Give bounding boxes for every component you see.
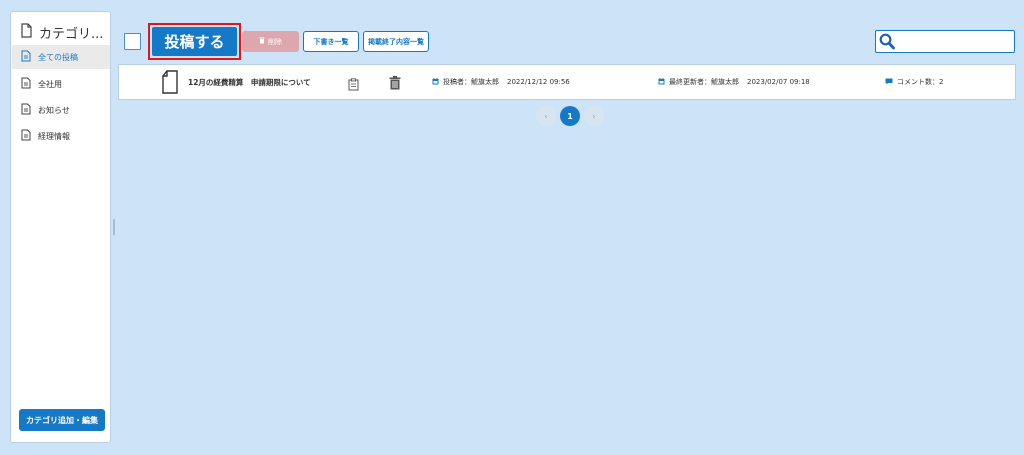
document-icon bbox=[20, 22, 33, 42]
page-1-button[interactable]: 1 bbox=[560, 106, 580, 126]
updated-date: 2023/02/07 09:18 bbox=[747, 78, 810, 86]
sidebar-item-label: 全ての投稿 bbox=[38, 52, 78, 62]
category-sidebar: カテゴリ... 全ての投稿 全社用 お知らせ 経理情報 カテゴリ追加・編集 bbox=[10, 11, 111, 443]
expired-posts-button[interactable]: 掲載終了内容一覧 bbox=[363, 31, 429, 52]
sidebar-item-announcements[interactable]: お知らせ bbox=[12, 98, 110, 122]
trash-icon bbox=[259, 37, 265, 46]
document-icon bbox=[21, 129, 31, 143]
sidebar-item-label: お知らせ bbox=[38, 105, 70, 115]
delete-button-label: 削除 bbox=[268, 37, 282, 46]
file-icon bbox=[161, 70, 179, 98]
post-updater-meta: 最終更新者：鯱旗太郎 2023/02/07 09:18 bbox=[658, 77, 810, 87]
delete-button[interactable]: 削除 bbox=[242, 31, 299, 52]
trash-icon[interactable] bbox=[389, 75, 401, 94]
calendar-icon bbox=[658, 77, 665, 87]
updater-label: 最終更新者：鯱旗太郎 bbox=[669, 78, 739, 86]
clipboard-icon[interactable] bbox=[348, 76, 359, 95]
comment-count: コメント数：2 bbox=[897, 78, 944, 86]
search-box bbox=[875, 30, 1015, 53]
search-icon[interactable] bbox=[879, 33, 895, 54]
comment-icon bbox=[885, 78, 893, 87]
sidebar-item-accounting[interactable]: 経理情報 bbox=[12, 124, 110, 148]
post-row[interactable]: 12月の経費精算 申請期限について 投稿者：鯱旗太郎 2022/12/12 09… bbox=[118, 64, 1016, 100]
post-button[interactable]: 投稿する bbox=[152, 27, 237, 56]
sidebar-item-label: 経理情報 bbox=[38, 131, 70, 141]
calendar-icon bbox=[432, 77, 439, 87]
search-input[interactable] bbox=[896, 33, 1012, 50]
sidebar-resize-handle[interactable] bbox=[113, 219, 115, 235]
sidebar-item-all-posts[interactable]: 全ての投稿 bbox=[12, 45, 110, 69]
add-edit-category-button[interactable]: カテゴリ追加・編集 bbox=[19, 409, 105, 431]
document-icon bbox=[21, 77, 31, 91]
select-all-checkbox[interactable] bbox=[124, 33, 141, 50]
post-title[interactable]: 12月の経費精算 申請期限について bbox=[188, 77, 311, 88]
document-icon bbox=[21, 103, 31, 117]
post-comments-meta: コメント数：2 bbox=[885, 77, 943, 87]
sidebar-item-company-wide[interactable]: 全社用 bbox=[12, 72, 110, 96]
post-author-meta: 投稿者：鯱旗太郎 2022/12/12 09:56 bbox=[432, 77, 570, 87]
sidebar-item-label: 全社用 bbox=[38, 79, 62, 89]
document-icon bbox=[21, 50, 31, 64]
author-label: 投稿者：鯱旗太郎 bbox=[443, 78, 499, 86]
next-page-button[interactable]: › bbox=[584, 106, 604, 126]
sidebar-header: カテゴリ... bbox=[20, 21, 112, 43]
posted-date: 2022/12/12 09:56 bbox=[507, 78, 570, 86]
drafts-list-button[interactable]: 下書き一覧 bbox=[303, 31, 359, 52]
sidebar-title: カテゴリ... bbox=[39, 26, 104, 42]
prev-page-button[interactable]: ‹ bbox=[536, 106, 556, 126]
